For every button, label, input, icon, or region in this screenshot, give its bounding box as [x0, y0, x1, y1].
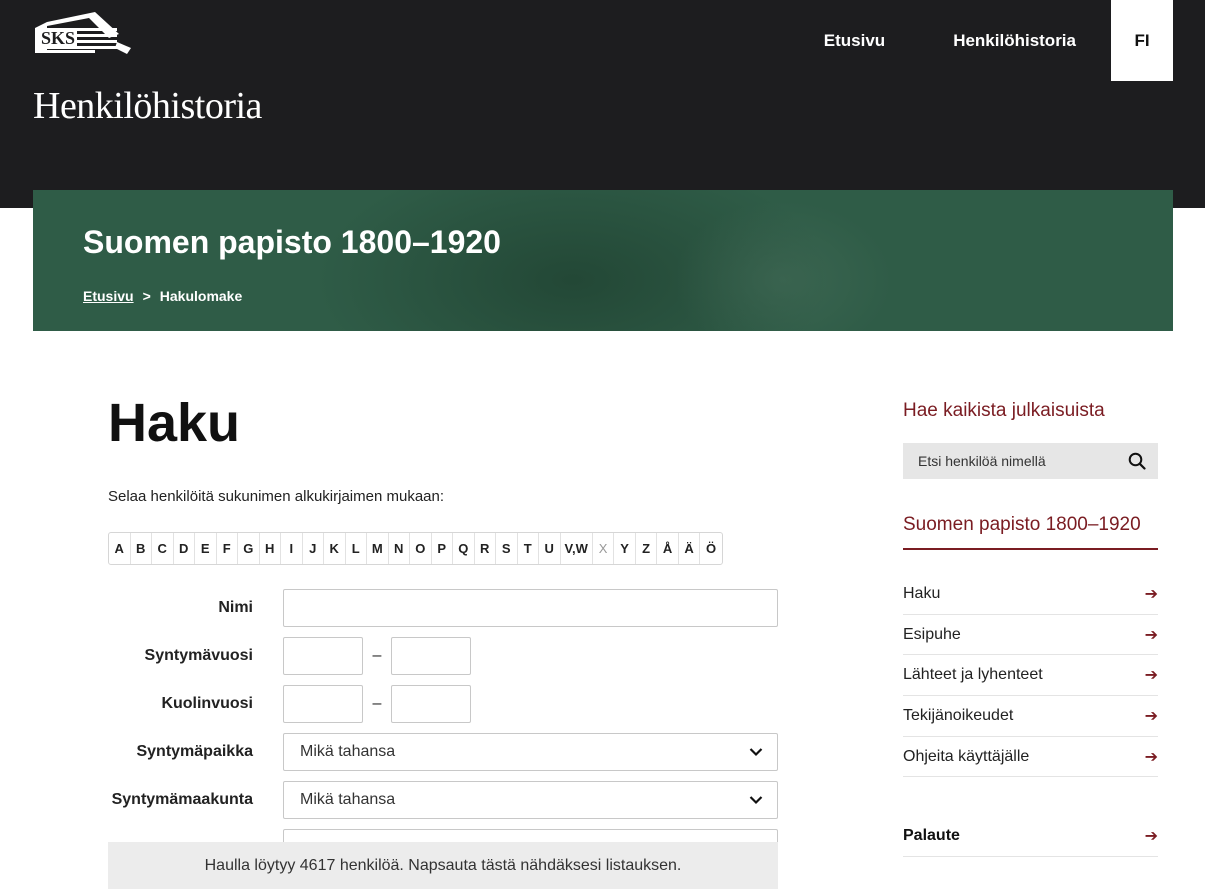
hero-banner: Suomen papisto 1800–1920 Etusivu > Hakul…: [33, 190, 1173, 331]
name-label: Nimi: [218, 599, 253, 616]
letter-vw[interactable]: V,W: [561, 533, 593, 564]
sidebar-nav-list: Haku ➔ Esipuhe ➔ Lähteet ja lyhenteet ➔ Tekijä…: [903, 574, 1158, 778]
form-row-birth-year: Syntymävuosi –: [108, 637, 471, 675]
alphabet-filter: A B C D E F G H I J K L M N O P Q R S T U V,W X Y Z Å Ä Ö: [108, 532, 723, 565]
sidebar-link-item[interactable]: Lähteet ja lyhenteet ➔: [903, 655, 1158, 697]
sidebar-section-title: Suomen papisto 1800–1920: [903, 514, 1158, 550]
sidebar-link-label: Lähteet ja lyhenteet: [903, 666, 1043, 684]
logo-text: SKS: [39, 28, 78, 49]
form-row-death-year: Kuolinvuosi –: [108, 685, 471, 723]
sidebar-link-label: Tekijänoikeudet: [903, 706, 1014, 724]
search-icon[interactable]: [1128, 452, 1146, 470]
sidebar-search-placeholder: Etsi henkilöä nimellä: [918, 453, 1046, 469]
letter-a[interactable]: A: [109, 533, 131, 564]
nav-etusivu[interactable]: Etusivu: [824, 31, 885, 51]
letter-o[interactable]: O: [410, 533, 432, 564]
birthplace-label: Syntymäpaikka: [136, 743, 253, 760]
letter-f[interactable]: F: [217, 533, 238, 564]
sidebar-search-input[interactable]: Etsi henkilöä nimellä: [903, 443, 1158, 479]
letter-i[interactable]: I: [281, 533, 303, 564]
page-title: Haku: [108, 393, 241, 453]
birthplace-select[interactable]: Mikä tahansa: [283, 733, 778, 771]
chevron-down-icon: [749, 796, 763, 805]
sidebar-link-item[interactable]: Esipuhe ➔: [903, 615, 1158, 656]
site-header: SKS Henkilöhistoria Etusivu Henkilöhisto…: [0, 0, 1205, 208]
birth-year-separator: –: [372, 647, 382, 664]
banner-title: Suomen papisto 1800–1920: [83, 224, 501, 260]
letter-h[interactable]: H: [260, 533, 281, 564]
letter-t[interactable]: T: [518, 533, 539, 564]
letter-m[interactable]: M: [367, 533, 389, 564]
birthplace-select-value: Mikä tahansa: [300, 743, 396, 760]
arrow-right-icon: ➔: [1144, 707, 1158, 725]
letter-c[interactable]: C: [152, 533, 174, 564]
sidebar-link-label: Ohjeita käyttäjälle: [903, 747, 1030, 765]
letter-u[interactable]: U: [539, 533, 561, 564]
arrow-right-icon: ➔: [1144, 626, 1158, 644]
letter-e[interactable]: E: [195, 533, 217, 564]
letter-r[interactable]: R: [475, 533, 496, 564]
letter-ä[interactable]: Ä: [679, 533, 701, 564]
letter-l[interactable]: L: [346, 533, 367, 564]
sidebar-link-label: Haku: [903, 584, 941, 602]
death-year-from-input[interactable]: [283, 685, 363, 723]
form-row-birthplace: Syntymäpaikka Mikä tahansa: [108, 733, 778, 771]
letter-z[interactable]: Z: [636, 533, 658, 564]
death-year-separator: –: [372, 695, 382, 712]
sidebar-link-item[interactable]: Ohjeita käyttäjälle ➔: [903, 737, 1158, 778]
browse-label: Selaa henkilöitä sukunimen alkukirjaimen…: [108, 488, 445, 505]
letter-b[interactable]: B: [131, 533, 152, 564]
letter-å[interactable]: Å: [657, 533, 679, 564]
letter-s[interactable]: S: [496, 533, 518, 564]
sidebar-feedback-label: Palaute: [903, 827, 960, 844]
birth-province-select-value: Mikä tahansa: [300, 791, 396, 808]
main-nav: Etusivu Henkilöhistoria FI: [824, 0, 1173, 81]
breadcrumb-home-link[interactable]: Etusivu: [83, 288, 134, 304]
birth-province-select[interactable]: Mikä tahansa: [283, 781, 778, 819]
letter-d[interactable]: D: [174, 533, 195, 564]
death-year-label: Kuolinvuosi: [161, 695, 253, 712]
arrow-right-icon: ➔: [1144, 828, 1158, 845]
birth-year-from-input[interactable]: [283, 637, 363, 675]
letter-j[interactable]: J: [303, 533, 324, 564]
name-input[interactable]: [283, 589, 778, 627]
chevron-down-icon: [749, 748, 763, 757]
form-row-birth-province: Syntymämaakunta Mikä tahansa: [108, 781, 778, 819]
sks-logo[interactable]: SKS: [33, 12, 133, 56]
breadcrumb-current: Hakulomake: [159, 288, 243, 304]
result-count-bar[interactable]: Haulla löytyy 4617 henkilöä. Napsauta tä…: [108, 842, 778, 889]
site-title[interactable]: Henkilöhistoria: [33, 84, 262, 128]
breadcrumb: Etusivu > Hakulomake: [83, 288, 242, 304]
sidebar-link-item[interactable]: Haku ➔: [903, 574, 1158, 615]
arrow-right-icon: ➔: [1144, 667, 1158, 685]
breadcrumb-separator: >: [142, 288, 151, 304]
sidebar-link-item[interactable]: Tekijänoikeudet ➔: [903, 696, 1158, 737]
letter-x: X: [593, 533, 615, 564]
letter-g[interactable]: G: [238, 533, 260, 564]
arrow-right-icon: ➔: [1144, 748, 1158, 766]
letter-n[interactable]: N: [389, 533, 410, 564]
letter-k[interactable]: K: [324, 533, 346, 564]
arrow-right-icon: ➔: [1144, 585, 1158, 603]
sidebar-search-title: Hae kaikista julkaisuista: [903, 400, 1105, 421]
death-year-to-input[interactable]: [391, 685, 471, 723]
letter-p[interactable]: P: [432, 533, 453, 564]
form-row-name: Nimi: [108, 589, 778, 627]
birth-province-label: Syntymämaakunta: [111, 791, 253, 808]
birth-year-label: Syntymävuosi: [144, 647, 253, 664]
letter-q[interactable]: Q: [453, 533, 475, 564]
sidebar-link-label: Esipuhe: [903, 625, 961, 643]
letter-y[interactable]: Y: [614, 533, 636, 564]
language-switch[interactable]: FI: [1111, 0, 1173, 81]
letter-ö[interactable]: Ö: [700, 533, 722, 564]
nav-henkilohistoria[interactable]: Henkilöhistoria: [953, 31, 1076, 51]
sidebar-feedback-link[interactable]: Palaute ➔: [903, 816, 1158, 857]
birth-year-to-input[interactable]: [391, 637, 471, 675]
